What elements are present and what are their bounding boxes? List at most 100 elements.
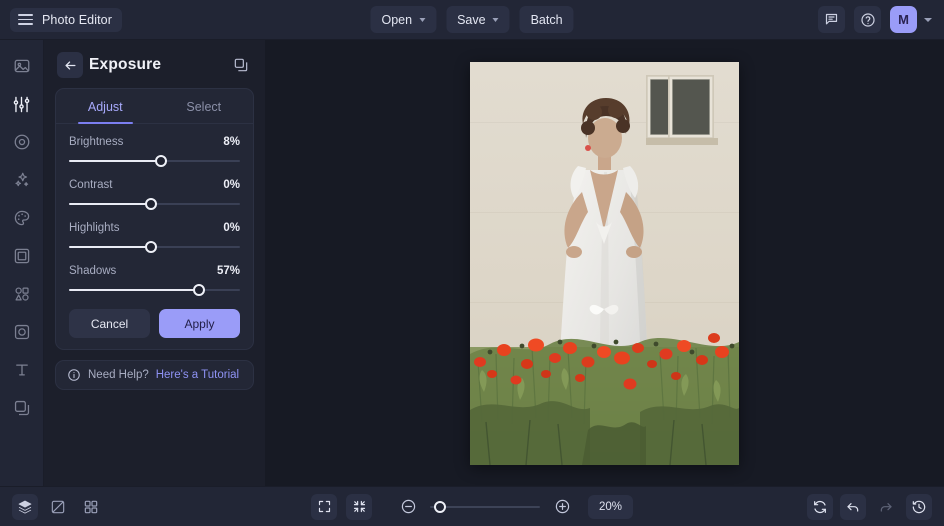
rail-item-color[interactable] [7,206,37,230]
chevron-down-icon [419,18,425,22]
effects-sparkle-icon [13,171,31,189]
plus-circle-icon [554,498,571,515]
fit-screen-icon [317,499,332,514]
save-button[interactable]: Save [446,6,510,33]
collapse-screen-icon [352,499,367,514]
slider-knob[interactable] [193,284,205,296]
app-menu-button[interactable]: Photo Editor [10,8,122,32]
tool-rail [0,40,44,486]
redo-button[interactable] [873,494,899,520]
back-button[interactable] [57,52,83,78]
grid-view-button[interactable] [78,494,104,520]
hamburger-icon [18,14,33,25]
zoom-slider[interactable] [430,501,540,513]
rail-item-adjust[interactable] [7,92,37,116]
chevron-down-icon [493,18,499,22]
avatar[interactable]: M [890,6,917,33]
slider-fill [69,246,151,248]
rail-item-text[interactable] [7,358,37,382]
open-button-label: Open [381,13,412,27]
slider-highlights: Highlights 0% [69,222,240,253]
slider-value: 0% [223,222,240,234]
zoom-track [430,506,540,508]
tutorial-link[interactable]: Here's a Tutorial [156,369,239,381]
bottom-bar: 20% [0,486,944,526]
undo-icon [845,499,861,515]
rail-item-layers[interactable] [7,396,37,420]
bottom-center-tools: 20% [311,494,633,520]
rail-item-frame[interactable] [7,244,37,268]
slider-track-highlights[interactable] [69,241,240,253]
rail-item-image[interactable] [7,54,37,78]
canvas-area[interactable] [265,40,944,486]
open-button[interactable]: Open [370,6,436,33]
undo-button[interactable] [840,494,866,520]
top-bar-actions: Open Save Batch [370,6,573,33]
shapes-icon [13,285,31,303]
top-bar: Photo Editor Open Save Batch [0,0,944,40]
rail-item-crop[interactable] [7,320,37,344]
duplicate-button[interactable] [230,54,252,76]
slider-track-contrast[interactable] [69,198,240,210]
redo-icon [878,499,894,515]
history-button[interactable] [906,494,932,520]
compare-button[interactable] [45,494,71,520]
adjust-sliders-icon [12,95,31,114]
history-icon [911,499,927,515]
zoom-out-button[interactable] [395,494,421,520]
rail-item-effects[interactable] [7,168,37,192]
zoom-in-button[interactable] [549,494,575,520]
batch-button[interactable]: Batch [520,6,574,33]
slider-brightness: Brightness 8% [69,136,240,167]
photo-preview[interactable] [470,62,739,465]
panel-actions: Cancel Apply [56,296,253,338]
cancel-button[interactable]: Cancel [69,309,150,338]
layers-icon [17,499,33,515]
zoom-level[interactable]: 20% [588,495,633,519]
slider-knob[interactable] [145,198,157,210]
minus-circle-icon [400,498,417,515]
grid-view-icon [83,499,99,515]
top-bar-right: M [818,6,932,33]
slider-label: Brightness [69,136,123,148]
apply-button[interactable]: Apply [159,309,240,338]
slider-label: Highlights [69,222,120,234]
text-tool-icon [13,361,31,379]
slider-track-shadows[interactable] [69,284,240,296]
info-circle-icon [67,368,81,382]
arrow-left-icon [63,58,78,73]
slider-knob[interactable] [145,241,157,253]
slider-list: Brightness 8% Contrast 0% [56,124,253,296]
slider-fill [69,289,199,291]
tab-select[interactable]: Select [155,89,254,123]
help-button[interactable] [854,6,881,33]
panel-header: Exposure [55,52,254,78]
color-palette-icon [13,209,31,227]
collapse-screen-button[interactable] [346,494,372,520]
avatar-initial: M [898,12,909,27]
slider-knob[interactable] [155,155,167,167]
help-banner[interactable]: Need Help? Here's a Tutorial [55,360,254,390]
account-chevron-down-icon[interactable] [924,18,932,22]
bottom-left-tools [12,494,104,520]
rail-item-retouch[interactable] [7,130,37,154]
rail-item-shapes[interactable] [7,282,37,306]
slider-value: 8% [223,136,240,148]
slider-fill [69,160,161,162]
layers-tool-icon [13,399,31,417]
slider-track-brightness[interactable] [69,155,240,167]
layers-button[interactable] [12,494,38,520]
slider-label: Contrast [69,179,112,191]
feedback-button[interactable] [818,6,845,33]
zoom-knob[interactable] [434,501,446,513]
batch-button-label: Batch [531,13,563,27]
window-right-icon [666,75,726,155]
main-body: Exposure Adjust Select [0,40,944,486]
tool-panel: Exposure Adjust Select [44,40,265,486]
slider-value: 0% [223,179,240,191]
fit-screen-button[interactable] [311,494,337,520]
reset-button[interactable] [807,494,833,520]
reset-icon [812,499,828,515]
image-icon [13,57,31,75]
tab-adjust[interactable]: Adjust [56,89,155,123]
